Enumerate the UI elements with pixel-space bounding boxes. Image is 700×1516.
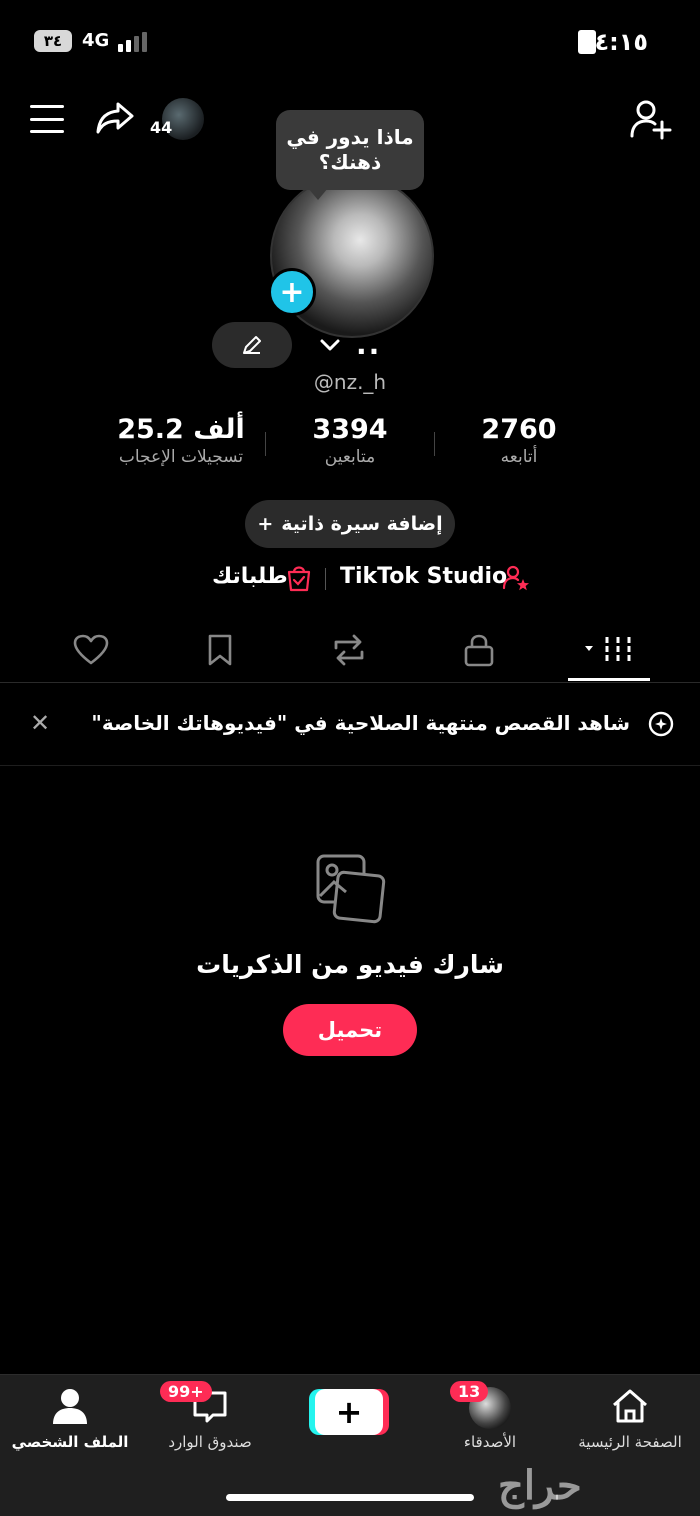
contact-card-icon [578,30,596,54]
add-bio-button[interactable]: + إضافة سيرة ذاتية [245,500,455,548]
close-icon[interactable]: ✕ [30,709,50,737]
username: @nz._h [313,370,387,394]
bubble-tail [308,188,328,200]
links-row: TikTok Studio طلباتك [0,560,700,596]
profile-stats: 2760 أتابعه 3394 متابعين 25.2 ألف تسجيلا… [0,414,700,484]
orders-link[interactable]: طلباتك [212,564,288,589]
add-friend-icon[interactable] [628,98,672,144]
stat-likes[interactable]: 25.2 ألف تسجيلات الإعجاب [86,414,276,467]
home-indicator[interactable] [226,1494,474,1501]
person-icon [53,1389,87,1424]
nav-profile-label: الملف الشخصي [11,1433,129,1451]
stat-followers-label: متابعين [324,447,376,467]
battery-indicator: ٣٤ [34,30,72,52]
chevron-down-icon[interactable] [318,336,342,358]
share-icon[interactable] [94,98,136,142]
network-type: 4G [82,30,110,51]
menu-icon[interactable] [30,105,64,133]
tab-favorites[interactable] [190,628,250,672]
tab-videos[interactable] [579,628,639,672]
status-time: ٤:١٥ [594,28,648,56]
nav-profile[interactable]: الملف الشخصي [0,1387,140,1451]
upload-button[interactable]: تحميل [283,1004,417,1056]
divider [325,568,326,590]
nav-inbox[interactable]: صندوق الوارد 99+ [140,1381,280,1451]
stat-followers[interactable]: 3394 متابعين [255,414,445,467]
nav-inbox-label: صندوق الوارد [168,1433,252,1451]
pencil-icon [243,336,261,354]
status-bubble[interactable]: ماذا يدور في ذهنك؟ [276,110,424,190]
add-story-plus-icon[interactable]: + [268,268,316,316]
sparkle-icon [648,711,674,741]
inbox-badge: 99+ [160,1381,212,1402]
active-tab-indicator [568,678,650,681]
tab-reposts[interactable] [319,628,379,672]
stat-following-label: أتابعه [500,447,538,467]
notice-text: شاهد القصص منتهية الصلاحية في "فيديوهاتك… [91,711,630,735]
bookmark-icon [208,634,232,666]
nav-home-label: الصفحة الرئيسية [578,1433,682,1451]
stat-likes-value: 25.2 ألف [117,414,245,445]
stat-following[interactable]: 2760 أتابعه [424,414,614,467]
shopping-bag-icon [286,564,312,596]
tiktok-studio-link[interactable]: TikTok Studio [340,564,507,589]
home-icon [613,1389,647,1423]
plus-icon: + [335,1393,363,1431]
edit-profile-button[interactable] [212,322,292,368]
share-count: 44 [150,118,173,137]
lock-icon [464,634,494,667]
haraj-watermark: حراج [498,1462,582,1509]
friends-badge: 13 [450,1381,489,1402]
add-bio-label: إضافة سيرة ذاتية [281,513,443,535]
nav-home[interactable]: الصفحة الرئيسية [560,1387,700,1451]
tab-private[interactable] [449,628,509,672]
stat-following-value: 2760 [481,414,557,445]
content-tabs [0,616,700,683]
signal-icon [118,32,147,52]
nav-friends-label: الأصدقاء [463,1433,517,1451]
tab-liked[interactable] [61,628,121,672]
heart-icon [73,634,109,665]
display-name: .. [356,328,382,361]
video-grid-icon [585,637,631,663]
empty-state-title: شارك فيديو من الذكريات [196,950,504,979]
repost-icon [334,634,364,666]
plus-icon: + [257,513,274,535]
nav-friends[interactable]: الأصدقاء 13 [420,1381,560,1451]
stat-followers-value: 3394 [312,414,388,445]
create-button[interactable]: + [315,1389,383,1435]
notice-banner[interactable]: شاهد القصص منتهية الصلاحية في "فيديوهاتك… [0,683,700,766]
photos-icon [314,852,386,928]
stat-likes-label: تسجيلات الإعجاب [118,447,244,467]
